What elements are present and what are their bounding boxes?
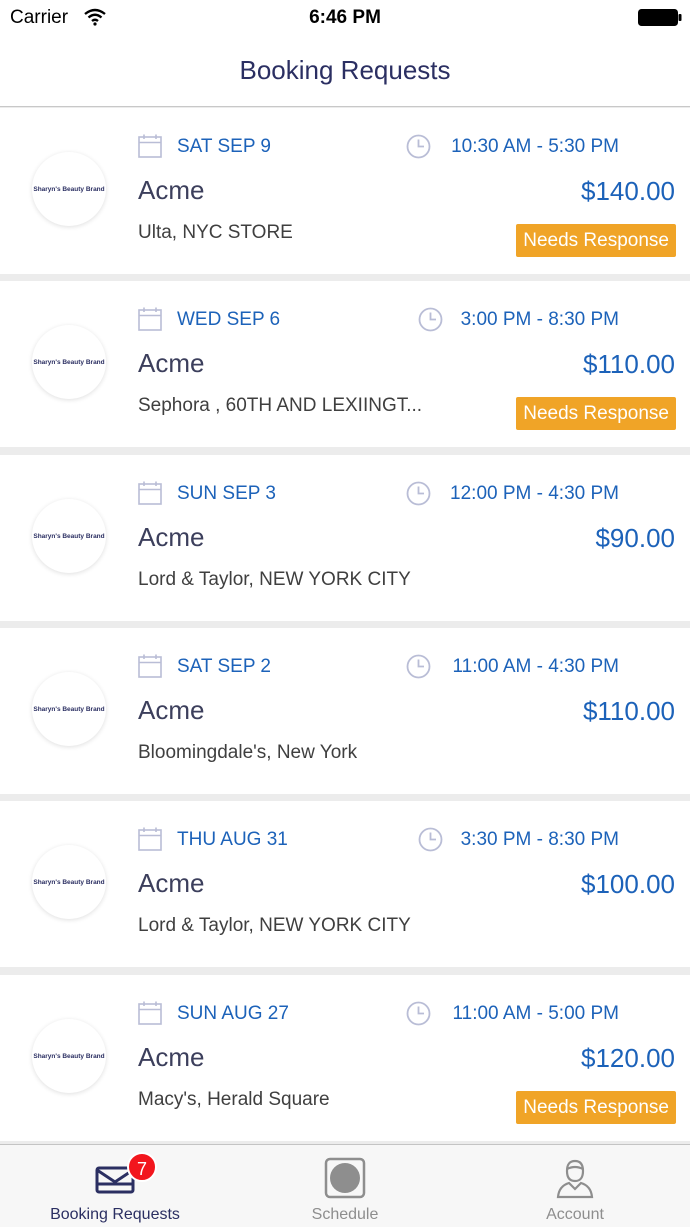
brand-logo-text: Sharyn's Beauty Brand bbox=[33, 705, 105, 713]
brand-logo: Sharyn's Beauty Brand bbox=[32, 1019, 106, 1093]
booking-location: Macy's, Herald Square bbox=[138, 1089, 330, 1110]
booking-price: $140.00 bbox=[581, 176, 675, 206]
notification-badge: 7 bbox=[127, 1152, 157, 1182]
booking-time: 11:00 AM - 4:30 PM bbox=[452, 656, 619, 677]
calendar-icon bbox=[138, 481, 162, 505]
booking-brand: Acme bbox=[138, 348, 205, 378]
booking-price: $110.00 bbox=[582, 349, 675, 379]
calendar-icon bbox=[138, 654, 162, 678]
needs-response-badge[interactable]: Needs Response bbox=[516, 224, 676, 257]
status-bar: Carrier 6:46 PM bbox=[0, 0, 690, 36]
clock-icon bbox=[418, 827, 443, 852]
booking-brand: Acme bbox=[138, 175, 205, 205]
booking-time: 3:30 PM - 8:30 PM bbox=[460, 829, 619, 850]
status-time: 6:46 PM bbox=[309, 7, 381, 28]
booking-location: Lord & Taylor, NEW YORK CITY bbox=[138, 569, 411, 590]
booking-card[interactable]: Sharyn's Beauty Brand SUN AUG 27 11:00 A… bbox=[0, 975, 690, 1141]
tab-label: Schedule bbox=[311, 1206, 379, 1223]
brand-logo: Sharyn's Beauty Brand bbox=[32, 325, 106, 399]
booking-card[interactable]: Sharyn's Beauty Brand SUN SEP 3 12:00 PM… bbox=[0, 455, 690, 621]
tab-booking-requests[interactable]: 7 Booking Requests bbox=[0, 1145, 230, 1227]
nav-bar: Booking Requests bbox=[0, 36, 690, 107]
tab-account[interactable]: Account bbox=[460, 1145, 690, 1227]
page-title: Booking Requests bbox=[239, 55, 451, 85]
schedule-icon bbox=[324, 1157, 366, 1199]
booking-card[interactable]: Sharyn's Beauty Brand WED SEP 6 3:00 PM … bbox=[0, 281, 690, 447]
booking-time: 11:00 AM - 5:00 PM bbox=[452, 1003, 619, 1024]
clock-icon bbox=[418, 307, 443, 332]
booking-location: Lord & Taylor, NEW YORK CITY bbox=[138, 915, 411, 936]
booking-price: $120.00 bbox=[581, 1043, 675, 1073]
booking-location: Bloomingdale's, New York bbox=[138, 742, 358, 763]
booking-date: THU AUG 31 bbox=[177, 829, 288, 850]
booking-time: 10:30 AM - 5:30 PM bbox=[451, 136, 619, 157]
booking-card[interactable]: Sharyn's Beauty Brand SAT SEP 9 10:30 AM… bbox=[0, 108, 690, 274]
booking-price: $90.00 bbox=[595, 523, 675, 553]
clock-icon bbox=[406, 1001, 431, 1026]
brand-logo: Sharyn's Beauty Brand bbox=[32, 499, 106, 573]
needs-response-badge[interactable]: Needs Response bbox=[516, 397, 676, 430]
user-icon bbox=[556, 1159, 594, 1199]
booking-brand: Acme bbox=[138, 868, 205, 898]
clock-icon bbox=[406, 134, 431, 159]
calendar-icon bbox=[138, 827, 162, 851]
booking-time: 12:00 PM - 4:30 PM bbox=[450, 483, 619, 504]
tab-schedule[interactable]: Schedule bbox=[230, 1145, 460, 1227]
booking-date: WED SEP 6 bbox=[177, 309, 281, 330]
booking-location: Ulta, NYC STORE bbox=[138, 222, 293, 243]
brand-logo: Sharyn's Beauty Brand bbox=[32, 672, 106, 746]
booking-time: 3:00 PM - 8:30 PM bbox=[460, 309, 619, 330]
booking-date: SUN SEP 3 bbox=[177, 483, 276, 504]
needs-response-badge[interactable]: Needs Response bbox=[516, 1091, 676, 1124]
booking-location: Sephora , 60TH AND LEXIINGT... bbox=[138, 395, 423, 416]
brand-logo-text: Sharyn's Beauty Brand bbox=[33, 185, 105, 193]
calendar-icon bbox=[138, 307, 162, 331]
brand-logo: Sharyn's Beauty Brand bbox=[32, 845, 106, 919]
booking-date: SUN AUG 27 bbox=[177, 1003, 289, 1024]
booking-card[interactable]: Sharyn's Beauty Brand SAT SEP 2 11:00 AM… bbox=[0, 628, 690, 794]
calendar-icon bbox=[138, 134, 162, 158]
booking-brand: Acme bbox=[138, 522, 205, 552]
calendar-icon bbox=[138, 1001, 162, 1025]
battery-icon bbox=[638, 9, 682, 26]
clock-icon bbox=[406, 654, 431, 679]
booking-brand: Acme bbox=[138, 695, 205, 725]
brand-logo: Sharyn's Beauty Brand bbox=[32, 152, 106, 226]
brand-logo-text: Sharyn's Beauty Brand bbox=[33, 878, 105, 886]
booking-price: $110.00 bbox=[582, 696, 675, 726]
tab-label: Booking Requests bbox=[50, 1206, 180, 1223]
tab-bar: 7 Booking Requests Schedule Account bbox=[0, 1144, 690, 1227]
booking-date: SAT SEP 9 bbox=[177, 136, 271, 157]
tab-label: Account bbox=[546, 1206, 604, 1223]
brand-logo-text: Sharyn's Beauty Brand bbox=[33, 532, 105, 540]
booking-date: SAT SEP 2 bbox=[177, 656, 271, 677]
brand-logo-text: Sharyn's Beauty Brand bbox=[33, 358, 105, 366]
booking-card[interactable]: Sharyn's Beauty Brand THU AUG 31 3:30 PM… bbox=[0, 801, 690, 967]
booking-price: $100.00 bbox=[581, 869, 675, 899]
brand-logo-text: Sharyn's Beauty Brand bbox=[33, 1052, 105, 1060]
clock-icon bbox=[406, 481, 431, 506]
booking-brand: Acme bbox=[138, 1042, 205, 1072]
